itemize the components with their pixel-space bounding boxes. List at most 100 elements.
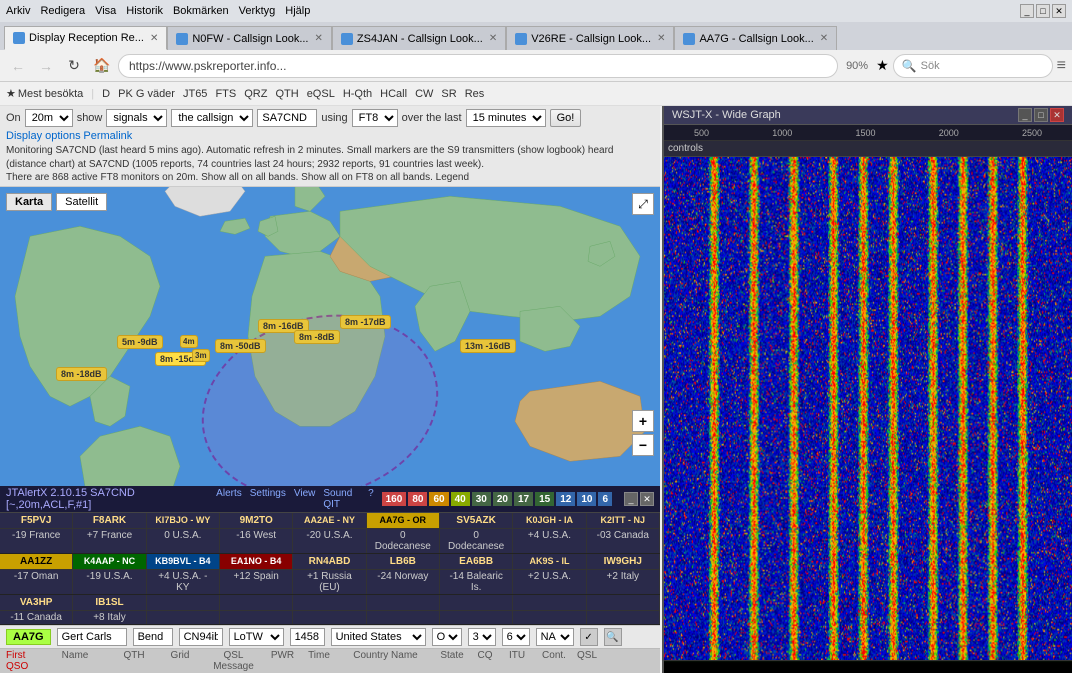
menu-historik[interactable]: Historik <box>126 5 163 17</box>
tab-close-4[interactable]: ✕ <box>657 33 665 44</box>
bookmark-sr[interactable]: SR <box>441 88 456 100</box>
pwr-input[interactable] <box>290 628 325 646</box>
level-40[interactable]: 40 <box>451 492 470 506</box>
level-60[interactable]: 60 <box>429 492 448 506</box>
call-f8ark[interactable]: F8ARK <box>73 513 146 528</box>
call-aa2ae[interactable]: AA2AE - NY <box>293 513 366 528</box>
zoom-out-btn[interactable]: − <box>632 434 654 456</box>
tab-display-reception[interactable]: Display Reception Re... ✕ <box>4 26 167 50</box>
bookmark-qth[interactable]: QTH <box>275 88 298 100</box>
state-select[interactable]: OR <box>432 628 462 646</box>
time-select[interactable]: 15 minutes <box>466 109 546 127</box>
menu-hjalp[interactable]: Hjälp <box>285 5 310 17</box>
level-12[interactable]: 12 <box>556 492 575 506</box>
country-select[interactable]: United States <box>331 628 426 646</box>
callsign-input[interactable] <box>257 109 317 127</box>
call-ea1no[interactable]: EA1NO - B4 <box>220 554 293 569</box>
call-aa1zz[interactable]: AA1ZZ <box>0 554 73 569</box>
logger-select[interactable]: LoTW <box>229 628 284 646</box>
bookmark-fts[interactable]: FTS <box>215 88 236 100</box>
call-iw9ghj[interactable]: IW9GHJ <box>587 554 660 569</box>
call-f5pvj[interactable]: F5PVJ <box>0 513 73 528</box>
address-input[interactable]: https://www.pskreporter.info... <box>118 54 838 78</box>
level-17[interactable]: 17 <box>514 492 533 506</box>
jtalert-nav-alerts[interactable]: Alerts <box>216 488 242 510</box>
maximize-button[interactable]: □ <box>1036 4 1050 18</box>
call-k0jgh[interactable]: K0JGH - IA <box>513 513 586 528</box>
log-icon[interactable]: ✓ <box>580 628 598 646</box>
call-k4aap[interactable]: K4AAP - NC <box>73 554 146 569</box>
bookmark-jt65[interactable]: JT65 <box>183 88 207 100</box>
jtalert-nav-settings[interactable]: Settings <box>250 488 286 510</box>
mode-select[interactable]: FT8 <box>352 109 398 127</box>
wsjtx-waterfall[interactable] <box>664 157 1072 660</box>
level-6[interactable]: 6 <box>598 492 612 506</box>
refresh-button[interactable]: ↻ <box>62 54 86 78</box>
level-160[interactable]: 160 <box>382 492 407 506</box>
level-80[interactable]: 80 <box>408 492 427 506</box>
marker-1[interactable]: 5m -9dB <box>117 335 163 349</box>
jtalert-close[interactable]: ✕ <box>640 492 654 506</box>
tab-close-1[interactable]: ✕ <box>150 33 158 44</box>
active-callsign[interactable]: AA7G <box>6 629 51 645</box>
bookmark-cw[interactable]: CW <box>415 88 433 100</box>
grid-input[interactable] <box>179 628 223 646</box>
marker-7[interactable]: 13m -16dB <box>460 339 516 353</box>
cq-select[interactable]: 3 <box>468 628 496 646</box>
bookmark-res[interactable]: Res <box>465 88 485 100</box>
tab-close-2[interactable]: ✕ <box>315 33 323 44</box>
call-rn4abd[interactable]: RN4ABD <box>293 554 366 569</box>
search-box[interactable]: 🔍 Sök <box>893 54 1053 78</box>
bookmark-hqth[interactable]: H-Qth <box>343 88 372 100</box>
map-satellit-btn[interactable]: Satellit <box>56 193 107 211</box>
jtalert-nav-sound[interactable]: Sound QIT <box>323 488 360 510</box>
go-button[interactable]: Go! <box>550 109 582 127</box>
band-select[interactable]: 20m <box>25 109 73 127</box>
call-aa7g[interactable]: AA7G - OR <box>367 513 440 528</box>
tab-zs4jan[interactable]: ZS4JAN - Callsign Look... ✕ <box>332 26 506 50</box>
bookmark-star[interactable]: ★ <box>876 57 889 74</box>
bookmark-most-visited[interactable]: ★ Mest besökta <box>6 87 83 100</box>
bookmark-d[interactable]: D <box>102 88 110 100</box>
menu-redigera[interactable]: Redigera <box>40 5 85 17</box>
zoom-in-btn[interactable]: + <box>632 410 654 432</box>
tab-v26re[interactable]: V26RE - Callsign Look... ✕ <box>506 26 674 50</box>
marker-5[interactable]: 8m -8dB <box>294 330 340 344</box>
call-9m2to[interactable]: 9M2TO <box>220 513 293 528</box>
menu-arkiv[interactable]: Arkiv <box>6 5 30 17</box>
tab-close-5[interactable]: ✕ <box>820 33 828 44</box>
bookmark-qrz[interactable]: QRZ <box>244 88 267 100</box>
wsjtx-minimize[interactable]: _ <box>1018 108 1032 122</box>
back-button[interactable]: ← <box>6 54 30 78</box>
marker-extra-1[interactable]: 4m <box>180 335 198 348</box>
qth-input[interactable] <box>133 628 173 646</box>
forward-button[interactable]: → <box>34 54 58 78</box>
call-kb9bvl[interactable]: KB9BVL - B4 <box>147 554 220 569</box>
search-icon-bottom[interactable]: 🔍 <box>604 628 622 646</box>
tab-n0fw[interactable]: N0FW - Callsign Look... ✕ <box>167 26 332 50</box>
call-ki7bjo[interactable]: KI7BJO - WY <box>147 513 220 528</box>
home-button[interactable]: 🏠 <box>90 54 114 78</box>
close-button[interactable]: ✕ <box>1052 4 1066 18</box>
call-lb6b[interactable]: LB6B <box>367 554 440 569</box>
menu-visa[interactable]: Visa <box>95 5 116 17</box>
call-sv5azk[interactable]: SV5AZK <box>440 513 513 528</box>
call-k2itt[interactable]: K2ITT - NJ <box>587 513 660 528</box>
wsjtx-maximize[interactable]: □ <box>1034 108 1048 122</box>
jtalert-minimize[interactable]: _ <box>624 492 638 506</box>
bookmark-eqsl[interactable]: eQSL <box>307 88 335 100</box>
marker-0[interactable]: 8m -18dB <box>56 367 107 381</box>
level-10[interactable]: 10 <box>577 492 596 506</box>
level-15[interactable]: 15 <box>535 492 554 506</box>
permalink-link[interactable]: Permalink <box>83 130 132 142</box>
call-ak9s[interactable]: AK9S - IL <box>513 554 586 569</box>
tab-aa7g[interactable]: AA7G - Callsign Look... ✕ <box>674 26 837 50</box>
level-20[interactable]: 20 <box>493 492 512 506</box>
map-karta-btn[interactable]: Karta <box>6 193 52 211</box>
marker-extra-2[interactable]: 3m <box>192 349 210 362</box>
minimize-button[interactable]: _ <box>1020 4 1034 18</box>
level-30[interactable]: 30 <box>472 492 491 506</box>
name-input[interactable] <box>57 628 127 646</box>
menu-verktyg[interactable]: Verktyg <box>239 5 276 17</box>
jtalert-nav-help[interactable]: ? <box>368 488 374 510</box>
